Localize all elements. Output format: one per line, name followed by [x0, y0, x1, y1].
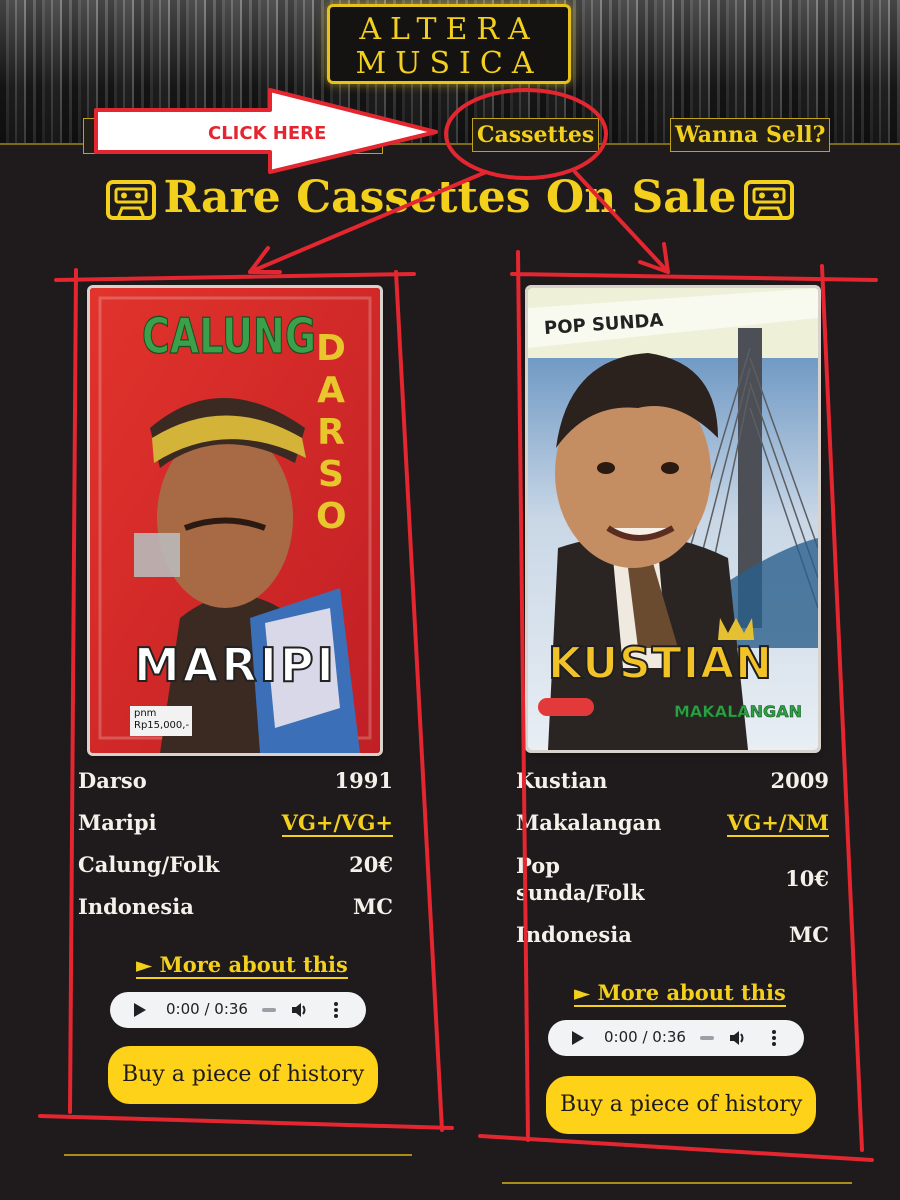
- artist-name: Darso: [78, 768, 147, 793]
- format: MC: [789, 922, 829, 947]
- release-year: 1991: [334, 768, 393, 793]
- buy-button[interactable]: Buy a piece of history: [546, 1076, 817, 1134]
- site-logo[interactable]: ALTERA MUSICA: [327, 4, 571, 84]
- card-separator: [64, 1154, 412, 1156]
- country: Indonesia: [78, 894, 194, 919]
- logo-line-2: MUSICA: [355, 46, 543, 81]
- sticker-text: Rp15,000,-: [134, 720, 190, 731]
- condition-link[interactable]: VG+/NM: [727, 810, 829, 837]
- more-about-link[interactable]: ► More about this: [574, 980, 786, 1007]
- audio-player[interactable]: 0:00 / 0:36: [110, 992, 366, 1028]
- seek-bar[interactable]: [262, 1008, 276, 1012]
- volume-icon[interactable]: [290, 1001, 308, 1019]
- genre: Pop sunda/Folk: [516, 853, 645, 905]
- genre: Calung/Folk: [78, 852, 220, 877]
- cassette-cover-image[interactable]: CALUNG DARSO MARIPI pnm Rp15,000,-: [90, 288, 380, 753]
- audio-time: 0:00 / 0:36: [166, 1000, 248, 1018]
- country: Indonesia: [516, 922, 632, 947]
- nav-link-cassettes[interactable]: Cassettes: [472, 118, 600, 152]
- cover-text-name: KUSTIAN: [547, 637, 774, 690]
- sticker-text: pnm: [134, 708, 157, 719]
- cover-text-side: DARSO: [316, 328, 347, 537]
- album-title: Maripi: [78, 810, 157, 835]
- condition-link[interactable]: VG+/VG+: [281, 810, 393, 837]
- artist-name: Kustian: [516, 768, 608, 793]
- card-separator: [502, 1182, 852, 1184]
- play-icon[interactable]: [134, 1003, 146, 1017]
- logo-line-1: ALTERA: [359, 12, 539, 47]
- release-year: 2009: [770, 768, 829, 793]
- cassette-cover-image[interactable]: POP SUNDA KUSTIAN MAKALANGAN: [528, 288, 818, 750]
- cover-text-bottom: MARIPI: [133, 637, 337, 693]
- buy-button[interactable]: Buy a piece of history: [108, 1046, 379, 1104]
- price-sticker: pnm Rp15,000,-: [134, 708, 189, 732]
- cover-text-top: CALUNG: [141, 307, 317, 366]
- cover-text-sub: MAKALANGAN: [674, 702, 802, 722]
- click-here-label: CLICK HERE: [208, 123, 327, 144]
- seek-bar[interactable]: [700, 1036, 714, 1040]
- album-title: Makalangan: [516, 810, 662, 835]
- cassette-icon: [744, 180, 794, 220]
- more-options-icon[interactable]: [772, 1029, 776, 1047]
- audio-time: 0:00 / 0:36: [604, 1028, 686, 1046]
- nav-link-wanna-sell[interactable]: Wanna Sell?: [670, 118, 831, 152]
- format: MC: [353, 894, 393, 919]
- play-icon[interactable]: [572, 1031, 584, 1045]
- more-about-link[interactable]: ► More about this: [136, 952, 348, 979]
- price: 10€: [785, 866, 829, 891]
- meta-row-genre: Pop sunda/Folk 10€: [516, 852, 829, 910]
- price: 20€: [349, 852, 393, 877]
- audio-player[interactable]: 0:00 / 0:36: [548, 1020, 804, 1056]
- more-options-icon[interactable]: [334, 1001, 338, 1019]
- volume-icon[interactable]: [728, 1029, 746, 1047]
